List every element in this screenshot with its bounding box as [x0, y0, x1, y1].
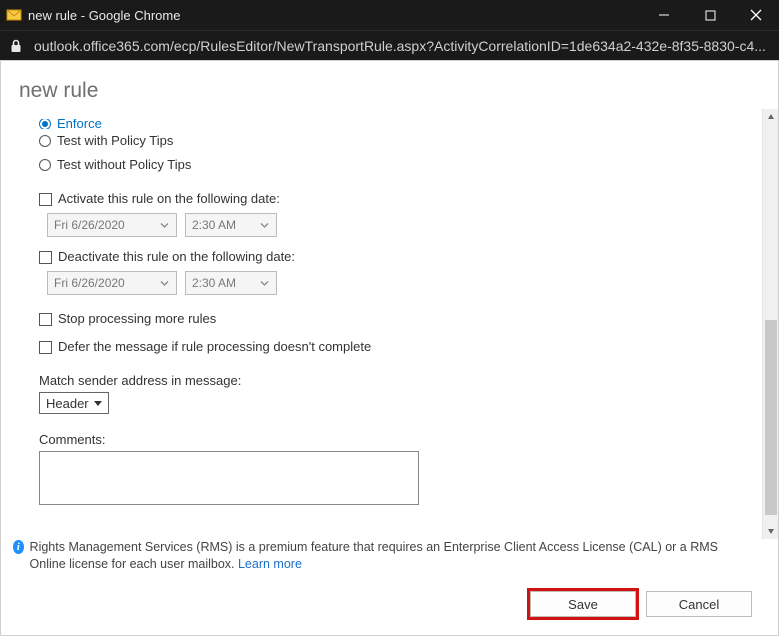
- address-bar[interactable]: outlook.office365.com/ecp/RulesEditor/Ne…: [0, 30, 779, 60]
- scrollbar-down-arrow[interactable]: [763, 523, 779, 539]
- maximize-button[interactable]: [687, 0, 733, 30]
- enforce-radio-row[interactable]: Enforce: [39, 119, 750, 129]
- stop-checkbox[interactable]: [39, 313, 52, 326]
- match-select-value: Header: [46, 396, 89, 411]
- scrollbar-thumb[interactable]: [765, 320, 777, 515]
- lock-icon: [10, 39, 24, 53]
- defer-checkbox[interactable]: [39, 341, 52, 354]
- scrollbar-track[interactable]: [763, 125, 778, 523]
- scrollbar[interactable]: [762, 109, 778, 539]
- deactivate-checkbox-row[interactable]: Deactivate this rule on the following da…: [39, 247, 750, 267]
- activate-time-picker[interactable]: 2:30 AM: [185, 213, 277, 237]
- info-banner: i Rights Management Services (RMS) is a …: [1, 539, 778, 581]
- defer-label: Defer the message if rule processing doe…: [58, 337, 371, 357]
- radio-enforce[interactable]: [39, 119, 51, 129]
- radio-test-with-label: Test with Policy Tips: [57, 131, 173, 151]
- close-button[interactable]: [733, 0, 779, 30]
- save-button[interactable]: Save: [530, 591, 636, 617]
- match-label: Match sender address in message:: [39, 373, 750, 388]
- activate-date-picker[interactable]: Fri 6/26/2020: [47, 213, 177, 237]
- minimize-button[interactable]: [641, 0, 687, 30]
- stop-label: Stop processing more rules: [58, 309, 216, 329]
- activate-time-value: 2:30 AM: [192, 218, 236, 232]
- info-icon: i: [13, 540, 24, 554]
- deactivate-time-picker[interactable]: 2:30 AM: [185, 271, 277, 295]
- activate-checkbox-row[interactable]: Activate this rule on the following date…: [39, 189, 750, 209]
- comments-label: Comments:: [39, 432, 750, 447]
- titlebar: new rule - Google Chrome: [0, 0, 779, 30]
- content-area: new rule Enforce Test with Policy Tips T…: [0, 60, 779, 636]
- app-icon: [6, 7, 22, 23]
- radio-test-without[interactable]: [39, 159, 51, 171]
- page-title: new rule: [1, 61, 778, 109]
- url-text: outlook.office365.com/ecp/RulesEditor/Ne…: [34, 38, 766, 54]
- learn-more-link[interactable]: Learn more: [238, 557, 302, 571]
- info-text: Rights Management Services (RMS) is a pr…: [30, 539, 756, 573]
- deactivate-date-picker[interactable]: Fri 6/26/2020: [47, 271, 177, 295]
- chrome-window: new rule - Google Chrome outlook.office3…: [0, 0, 779, 636]
- form-body: Enforce Test with Policy Tips Test witho…: [1, 109, 778, 539]
- test-with-radio-row[interactable]: Test with Policy Tips: [39, 131, 750, 151]
- info-message: Rights Management Services (RMS) is a pr…: [30, 540, 718, 571]
- test-without-radio-row[interactable]: Test without Policy Tips: [39, 155, 750, 175]
- activate-checkbox[interactable]: [39, 193, 52, 206]
- comments-textarea[interactable]: [39, 451, 419, 505]
- scrollbar-up-arrow[interactable]: [763, 109, 779, 125]
- chevron-down-icon: [160, 220, 170, 230]
- defer-checkbox-row[interactable]: Defer the message if rule processing doe…: [39, 337, 750, 357]
- deactivate-time-value: 2:30 AM: [192, 276, 236, 290]
- radio-test-without-label: Test without Policy Tips: [57, 155, 191, 175]
- window-title: new rule - Google Chrome: [28, 8, 641, 23]
- deactivate-date-value: Fri 6/26/2020: [54, 276, 125, 290]
- radio-test-with[interactable]: [39, 135, 51, 147]
- caret-down-icon: [94, 401, 102, 406]
- footer: Save Cancel: [1, 581, 778, 635]
- deactivate-checkbox[interactable]: [39, 251, 52, 264]
- chevron-down-icon: [260, 278, 270, 288]
- deactivate-label: Deactivate this rule on the following da…: [58, 247, 295, 267]
- activate-label: Activate this rule on the following date…: [58, 189, 280, 209]
- cancel-button[interactable]: Cancel: [646, 591, 752, 617]
- chevron-down-icon: [160, 278, 170, 288]
- activate-date-value: Fri 6/26/2020: [54, 218, 125, 232]
- chevron-down-icon: [260, 220, 270, 230]
- match-select[interactable]: Header: [39, 392, 109, 414]
- stop-checkbox-row[interactable]: Stop processing more rules: [39, 309, 750, 329]
